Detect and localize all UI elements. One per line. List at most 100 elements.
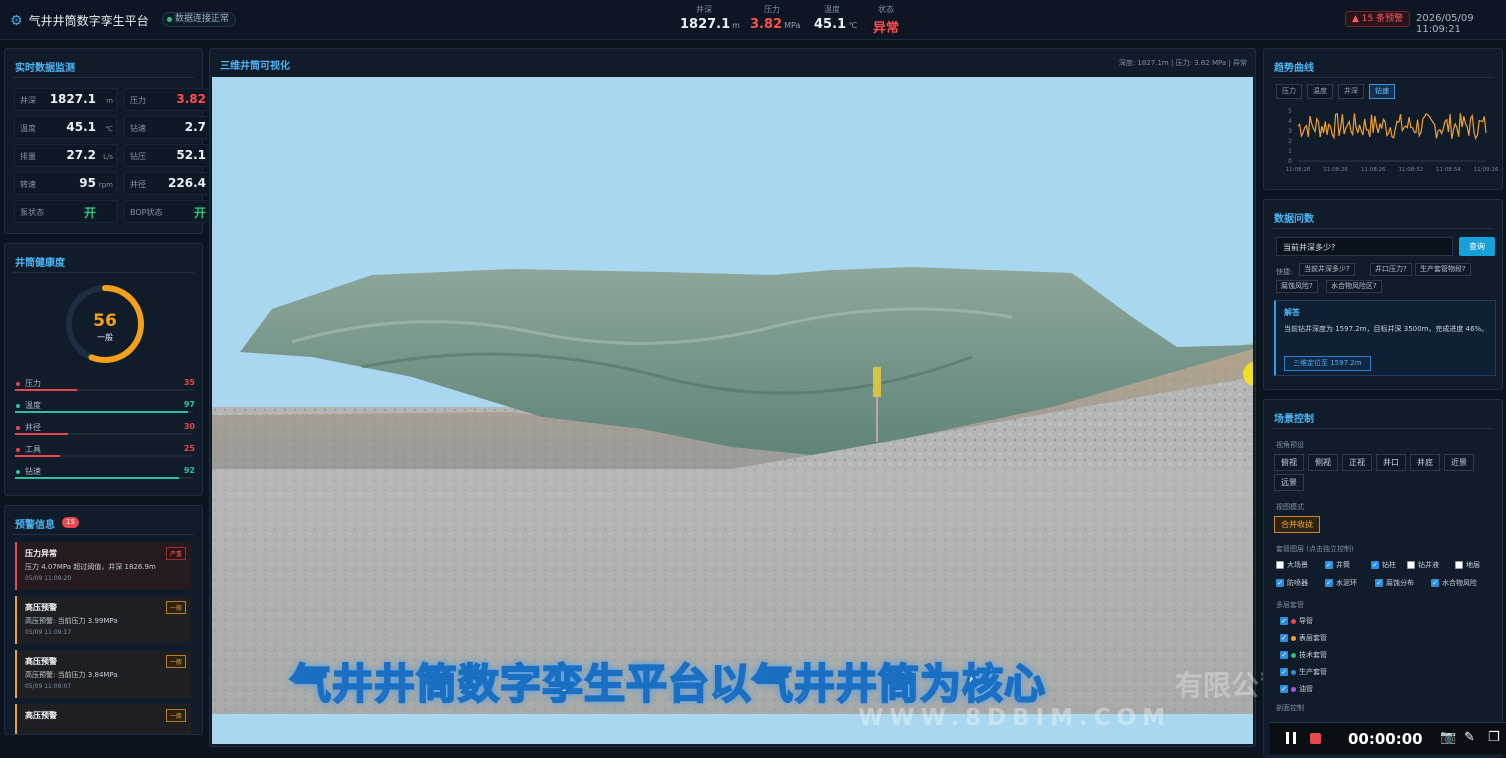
- query-button[interactable]: 查询: [1459, 237, 1495, 256]
- casing-color-dot: [1291, 652, 1296, 658]
- layer-checkbox[interactable]: 井筒: [1325, 560, 1350, 570]
- quick-question-chip[interactable]: 当前井深多少?: [1299, 263, 1355, 276]
- alert-item[interactable]: 高压预警 一般 高压预警: 当前压力 3.99MPa 05/09 11:09:17: [15, 596, 191, 644]
- health-row: 压力 35: [15, 378, 197, 396]
- layer-label: 水合物风险: [1442, 579, 1477, 587]
- quick-question-chip[interactable]: 水合物风险区?: [1326, 280, 1382, 293]
- cell-value: 27.2: [66, 148, 96, 162]
- cell-value: 52.1: [176, 148, 206, 162]
- casing-checkbox[interactable]: 导管: [1280, 616, 1313, 626]
- view-mode-label: 视图模式: [1276, 503, 1304, 511]
- trend-tab[interactable]: 钻速: [1369, 84, 1395, 99]
- quick-question-chip[interactable]: 井口压力?: [1370, 263, 1412, 276]
- alert-title: 高压预警: [25, 711, 57, 720]
- merge-collapse-button[interactable]: 合并收拢: [1274, 516, 1320, 533]
- quick-question-chip[interactable]: 生产套管物段?: [1415, 263, 1471, 276]
- alert-item[interactable]: 高压预警 一般 高压预警: 当前压力 3.84MPa 05/09 11:09:07: [15, 650, 191, 698]
- view-preset-button[interactable]: 井口: [1376, 454, 1406, 471]
- y-tick: 0: [1288, 158, 1292, 165]
- metric-unit: ℃: [848, 21, 858, 30]
- layer-checkbox[interactable]: 大场景: [1276, 560, 1308, 570]
- trend-chart: 5 4 3 2 1 0 11:08:26 11:08:26 11:08:26 11:08:32 11…: [1286, 108, 1498, 173]
- x-tick: 11:08:32: [1398, 167, 1423, 173]
- layer-checkbox[interactable]: 钻柱: [1371, 560, 1396, 570]
- checkbox-icon: [1371, 561, 1379, 569]
- metric-unit: MPa: [784, 21, 801, 30]
- alert-time: 05/09 11:09:17: [25, 629, 72, 636]
- health-value: 30: [183, 422, 195, 431]
- casing-label: 多层套管: [1276, 601, 1304, 609]
- qa-input[interactable]: 当前井深多少?: [1276, 237, 1453, 256]
- health-row: 工具 25: [15, 444, 197, 462]
- cell-value: 45.1: [66, 120, 96, 134]
- health-label: 工具: [25, 445, 41, 454]
- alert-item[interactable]: 压力异常 严重 压力 4.07MPa 超过阈值，井深 1826.9m 05/09 11…: [15, 542, 191, 590]
- checkbox-icon: [1375, 579, 1383, 587]
- app-root: ⚙ 气井井筒数字孪生平台 数据连接正常 井深 1827.1 m 压力 3.82 MPa 温…: [0, 0, 1506, 758]
- metric-label: 状态: [878, 5, 894, 14]
- trend-tabs: 压力 温度 井深 钻速: [1276, 84, 1395, 99]
- alert-title: 高压预警: [25, 603, 57, 612]
- panel-title: 井筒健康度: [15, 258, 65, 269]
- trend-tab[interactable]: 压力: [1276, 84, 1302, 99]
- health-value: 25: [183, 444, 195, 453]
- metric-value: 45.1: [814, 17, 847, 32]
- pause-icon[interactable]: [1286, 732, 1296, 744]
- status-dot: [16, 404, 20, 408]
- trend-tab[interactable]: 温度: [1307, 84, 1333, 99]
- health-gauge: 56 一般: [66, 285, 144, 363]
- layer-checkbox[interactable]: 腐蚀分布: [1375, 578, 1414, 588]
- quick-question-chip[interactable]: 腐蚀风险?: [1276, 280, 1318, 293]
- window-icon[interactable]: ❐: [1488, 730, 1500, 745]
- viewport-title: 三维井筒可视化: [220, 61, 290, 72]
- alarm-badge[interactable]: ▲ 15 条预警: [1345, 11, 1411, 27]
- layer-checkbox[interactable]: 地层: [1455, 560, 1480, 570]
- divider: [1272, 428, 1494, 429]
- 3d-scene[interactable]: [212, 77, 1253, 744]
- y-tick: 5: [1288, 108, 1292, 115]
- layer-checkbox[interactable]: 防喷器: [1276, 578, 1308, 588]
- trend-tab[interactable]: 井深: [1338, 84, 1364, 99]
- checkbox-icon: [1280, 668, 1288, 676]
- metric-status: 状态 异常: [870, 4, 902, 36]
- alert-item[interactable]: 高压预警 一般: [15, 704, 191, 734]
- health-bar-fill: [15, 411, 188, 413]
- health-label: 钻速: [25, 467, 41, 476]
- panel-title: 预警信息: [15, 520, 55, 531]
- locate-button[interactable]: 三维定位至 1597.2m: [1284, 356, 1371, 371]
- x-tick: 11:08:26: [1323, 167, 1348, 173]
- alert-title: 压力异常: [25, 549, 57, 558]
- checkbox-icon: [1280, 634, 1288, 642]
- view-preset-button[interactable]: 俯视: [1274, 454, 1304, 471]
- casing-checkbox[interactable]: 技术套管: [1280, 650, 1327, 660]
- cell-value: 开: [83, 206, 96, 220]
- status-dot: [16, 426, 20, 430]
- answer-box: 解答 当前钻井深度为 1597.2m，目标井深 3500m，完成进度 46%。 …: [1274, 300, 1496, 376]
- camera-icon[interactable]: 📷: [1440, 730, 1456, 745]
- layer-checkbox[interactable]: 钻井液: [1407, 560, 1439, 570]
- health-label: 井径: [25, 423, 41, 432]
- layer-checkbox[interactable]: 水泥环: [1325, 578, 1357, 588]
- health-bar: [15, 433, 193, 435]
- view-preset-button[interactable]: 侧视: [1308, 454, 1338, 471]
- casing-checkbox[interactable]: 油管: [1280, 684, 1313, 694]
- data-cell: 泵状态 开: [14, 200, 117, 223]
- health-row: 温度 97: [15, 400, 197, 418]
- health-value: 92: [183, 466, 195, 475]
- checkbox-icon: [1280, 685, 1288, 693]
- layer-label: 防喷器: [1287, 579, 1308, 587]
- stop-icon[interactable]: [1310, 733, 1321, 744]
- view-preset-button[interactable]: 近景: [1444, 454, 1474, 471]
- casing-color-dot: [1291, 686, 1296, 692]
- metric-label: 温度: [824, 5, 840, 14]
- view-preset-button[interactable]: 正视: [1342, 454, 1372, 471]
- view-preset-button[interactable]: 井底: [1410, 454, 1440, 471]
- cell-value: 95: [79, 176, 96, 190]
- alert-desc: 压力 4.07MPa 超过阈值，井深 1826.9m: [25, 563, 156, 571]
- pen-icon[interactable]: ✎: [1464, 730, 1475, 745]
- divider: [13, 534, 194, 535]
- view-preset-button[interactable]: 远景: [1274, 474, 1304, 491]
- casing-checkbox[interactable]: 表层套管: [1280, 633, 1327, 643]
- casing-checkbox[interactable]: 生产套管: [1280, 667, 1327, 677]
- layer-checkbox[interactable]: 水合物风险: [1431, 578, 1477, 588]
